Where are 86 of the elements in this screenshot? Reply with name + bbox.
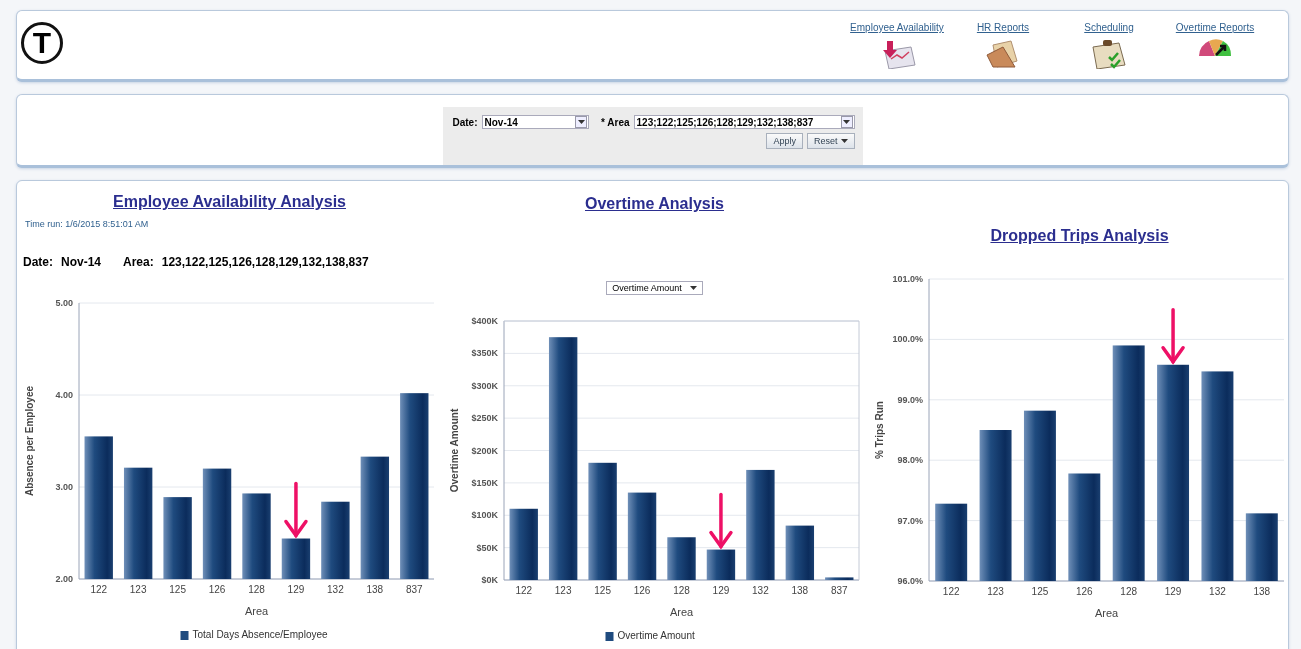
apply-button[interactable]: Apply xyxy=(766,133,803,149)
x-tick-label: 123 xyxy=(554,585,572,596)
report-title-link[interactable]: Employee Availability Analysis xyxy=(113,193,346,211)
legend-swatch xyxy=(180,631,189,640)
x-tick-label: 128 xyxy=(673,585,690,596)
area-label: * Area xyxy=(601,116,630,128)
x-tick-label: 138 xyxy=(791,585,809,596)
area-label: Area: xyxy=(123,255,154,269)
caret-icon xyxy=(843,120,850,124)
legend-swatch xyxy=(605,632,614,641)
y-tick-label: $250K xyxy=(471,413,498,424)
x-tick-label: 123 xyxy=(987,586,1004,597)
arrow-annotation xyxy=(284,481,308,539)
nav-link[interactable]: Scheduling xyxy=(1056,22,1162,69)
y-tick-label: 97.0% xyxy=(897,515,923,526)
x-tick-label: 122 xyxy=(942,586,960,597)
x-axis-label: Area xyxy=(244,605,269,617)
y-axis-label: % Trips Run xyxy=(874,401,885,459)
caret-icon xyxy=(689,286,697,290)
date-value: Nov-14 xyxy=(61,255,102,269)
x-tick-label: 126 xyxy=(633,585,651,596)
x-tick-label: 122 xyxy=(90,584,108,595)
x-tick-label: 128 xyxy=(248,584,265,595)
legend-label: Overtime Amount xyxy=(617,630,695,641)
y-tick-label: $50K xyxy=(476,542,498,553)
y-tick-label: 100.0% xyxy=(892,334,923,345)
time-run: Time run: 1/6/2015 8:51:01 AM xyxy=(25,219,149,229)
x-tick-label: 132 xyxy=(1209,586,1226,597)
area-value: 123,122,125,126,128,129,132,138,837 xyxy=(161,255,369,269)
x-tick-label: 122 xyxy=(515,585,533,596)
x-tick-label: 128 xyxy=(1120,586,1138,597)
y-axis-label: Absence per Employee xyxy=(24,386,35,496)
y-tick-label: $100K xyxy=(471,510,498,521)
y-tick-label: 4.00 xyxy=(55,390,73,400)
nav-link[interactable]: Overtime Reports xyxy=(1162,22,1268,69)
y-tick-label: $0K xyxy=(481,575,498,585)
measure-select[interactable]: Overtime Amount xyxy=(606,281,703,295)
date-label: Date: xyxy=(452,116,478,128)
y-axis-label: Overtime Amount xyxy=(449,408,460,493)
y-tick-label: 98.0% xyxy=(897,455,923,466)
legend-label: Total Days Absence/Employee xyxy=(192,629,328,640)
y-tick-label: $350K xyxy=(471,348,498,359)
caret-icon xyxy=(577,120,585,124)
gauge-icon xyxy=(1198,39,1232,57)
report-title-link[interactable]: Dropped Trips Analysis xyxy=(990,227,1169,245)
date-label: Date: xyxy=(23,255,53,269)
x-tick-label: 837 xyxy=(830,585,848,596)
y-tick-label: $300K xyxy=(471,380,498,391)
x-tick-label: 125 xyxy=(594,585,611,596)
x-tick-label: 126 xyxy=(1075,586,1093,597)
arrow-annotation xyxy=(1161,308,1185,365)
date-select[interactable]: Nov-14 xyxy=(481,115,589,129)
x-tick-label: 138 xyxy=(366,584,384,595)
x-axis-label: Area xyxy=(669,606,694,618)
y-tick-label: 3.00 xyxy=(55,482,73,492)
x-tick-label: 132 xyxy=(752,585,769,596)
x-tick-label: 123 xyxy=(129,584,147,595)
y-tick-label: $200K xyxy=(471,445,498,456)
y-tick-label: 96.0% xyxy=(897,576,923,586)
dropdown-button[interactable] xyxy=(840,116,853,128)
x-tick-label: 129 xyxy=(287,584,305,595)
x-tick-label: 129 xyxy=(712,585,730,596)
x-tick-label: 132 xyxy=(327,584,344,595)
x-tick-label: 837 xyxy=(405,584,423,595)
dropdown-button[interactable] xyxy=(575,116,587,128)
nav-link[interactable]: HR Reports xyxy=(950,22,1056,69)
caret-icon xyxy=(840,139,848,143)
clipboard-icon xyxy=(1089,39,1129,69)
x-tick-label: 129 xyxy=(1164,586,1182,597)
area-select[interactable]: 123;122;125;126;128;129;132;138;837 xyxy=(633,115,855,129)
y-tick-label: 99.0% xyxy=(897,394,923,405)
y-tick-label: $150K xyxy=(471,477,498,488)
y-tick-label: 101.0% xyxy=(892,274,923,284)
reset-button[interactable]: Reset xyxy=(807,133,855,149)
x-tick-label: 138 xyxy=(1253,586,1271,597)
x-tick-label: 126 xyxy=(208,584,226,595)
x-tick-label: 125 xyxy=(1031,586,1049,597)
nav-link[interactable]: Employee Availability xyxy=(844,22,950,69)
arrow-annotation xyxy=(709,492,733,550)
y-tick-label: $400K xyxy=(471,316,498,326)
y-tick-label: 2.00 xyxy=(55,574,73,584)
x-axis-label: Area xyxy=(1094,607,1119,619)
x-tick-label: 125 xyxy=(169,584,186,595)
report-title-link[interactable]: Overtime Analysis xyxy=(585,195,724,213)
y-tick-label: 5.00 xyxy=(55,298,73,308)
logo: T xyxy=(21,22,63,64)
